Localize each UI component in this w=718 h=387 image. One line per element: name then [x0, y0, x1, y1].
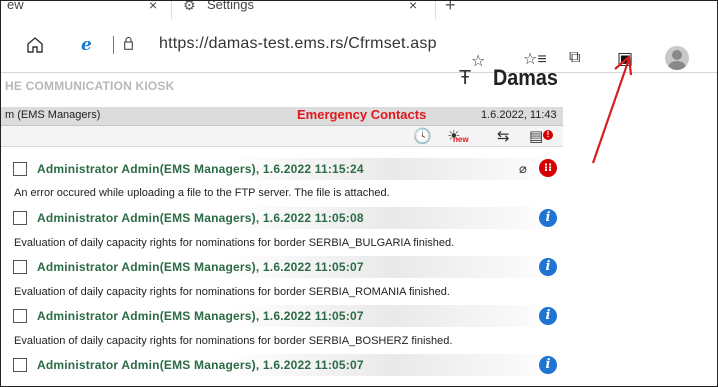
new-tab-button[interactable]: + — [445, 1, 456, 16]
close-tab-icon[interactable]: × — [409, 1, 417, 13]
logo-text: Damas — [493, 65, 558, 90]
tab-strip: ew × ⚙ Settings × + — [1, 1, 717, 19]
message-sender: Administrator Admin(EMS Managers), 1.6.2… — [37, 162, 364, 176]
address-bar[interactable]: e https://damas-test.ems.rs/Cfrmset.asp — [67, 29, 495, 63]
profile-avatar[interactable] — [665, 46, 689, 70]
message-header: Administrator Admin(EMS Managers), 1.6.2… — [1, 354, 563, 376]
error-icon: ⁝⁝ — [539, 159, 557, 177]
tab-label: ew — [7, 0, 24, 12]
message-header: Administrator Admin(EMS Managers), 1.6.2… — [1, 256, 563, 278]
message-sender: Administrator Admin(EMS Managers), 1.6.2… — [37, 309, 364, 323]
message-checkbox[interactable] — [13, 162, 27, 176]
gear-icon: ⚙ — [183, 0, 196, 13]
home-button[interactable] — [25, 35, 45, 55]
message-body: Evaluation of daily capacity rights for … — [14, 237, 455, 249]
message-body: Evaluation of daily capacity rights for … — [14, 286, 450, 298]
close-tab-icon[interactable]: × — [149, 1, 157, 13]
message-body: Evaluation of daily capacity rights for … — [14, 335, 453, 347]
info-icon: i — [539, 356, 557, 374]
section-title[interactable]: Emergency Contacts — [297, 107, 426, 122]
info-icon: i — [539, 209, 557, 227]
attachment-icon[interactable]: ⌀ — [519, 161, 527, 177]
message-body: An error occured while uploading a file … — [14, 187, 390, 199]
lock-icon[interactable] — [124, 37, 133, 50]
alert-badge: ! — [543, 130, 553, 140]
swap-icon[interactable]: ⇆ — [497, 127, 510, 145]
info-icon: i — [539, 307, 557, 325]
damas-logo: Ŧ Damas — [459, 65, 559, 91]
tab-label: Settings — [207, 0, 254, 12]
new-badge: new — [453, 135, 469, 144]
ie-mode-icon[interactable]: e — [81, 35, 92, 55]
message-checkbox[interactable] — [13, 309, 27, 323]
home-icon — [27, 37, 43, 53]
new-messages-icon[interactable]: ☀ new — [447, 127, 469, 145]
user-label: m (EMS Managers) — [5, 109, 101, 121]
message-header: Administrator Admin(EMS Managers), 1.6.2… — [1, 158, 563, 180]
browser-window: ew × ⚙ Settings × + e https://damas-test… — [0, 0, 718, 387]
message-sender: Administrator Admin(EMS Managers), 1.6.2… — [37, 358, 364, 372]
info-bar: m (EMS Managers) Emergency Contacts 1.6.… — [1, 107, 563, 126]
action-icon-row: 🕓 ☀ new ⇆ ▤! — [1, 126, 563, 147]
divider — [113, 36, 114, 54]
message-sender: Administrator Admin(EMS Managers), 1.6.2… — [37, 260, 364, 274]
current-datetime: 1.6.2022, 11:43 — [481, 109, 557, 121]
info-icon: i — [539, 258, 557, 276]
clock-icon[interactable]: 🕓 — [413, 127, 432, 145]
message-checkbox[interactable] — [13, 358, 27, 372]
tab-current[interactable]: ew × — [1, 1, 172, 19]
message-sender: Administrator Admin(EMS Managers), 1.6.2… — [37, 211, 364, 225]
tab-settings[interactable]: ⚙ Settings × — [173, 1, 436, 19]
documents-icon[interactable]: ▤! — [529, 127, 553, 145]
annotation-arrow — [591, 54, 633, 164]
collections-icon[interactable]: ⧉ — [569, 49, 580, 67]
message-checkbox[interactable] — [13, 260, 27, 274]
kiosk-title: HE COMMUNICATION KIOSK — [5, 79, 175, 93]
message-header: Administrator Admin(EMS Managers), 1.6.2… — [1, 207, 563, 229]
url-text[interactable]: https://damas-test.ems.rs/Cfrmset.asp — [159, 35, 437, 53]
logo-mark-icon: Ŧ — [459, 67, 472, 89]
message-header: Administrator Admin(EMS Managers), 1.6.2… — [1, 305, 563, 327]
message-checkbox[interactable] — [13, 211, 27, 225]
